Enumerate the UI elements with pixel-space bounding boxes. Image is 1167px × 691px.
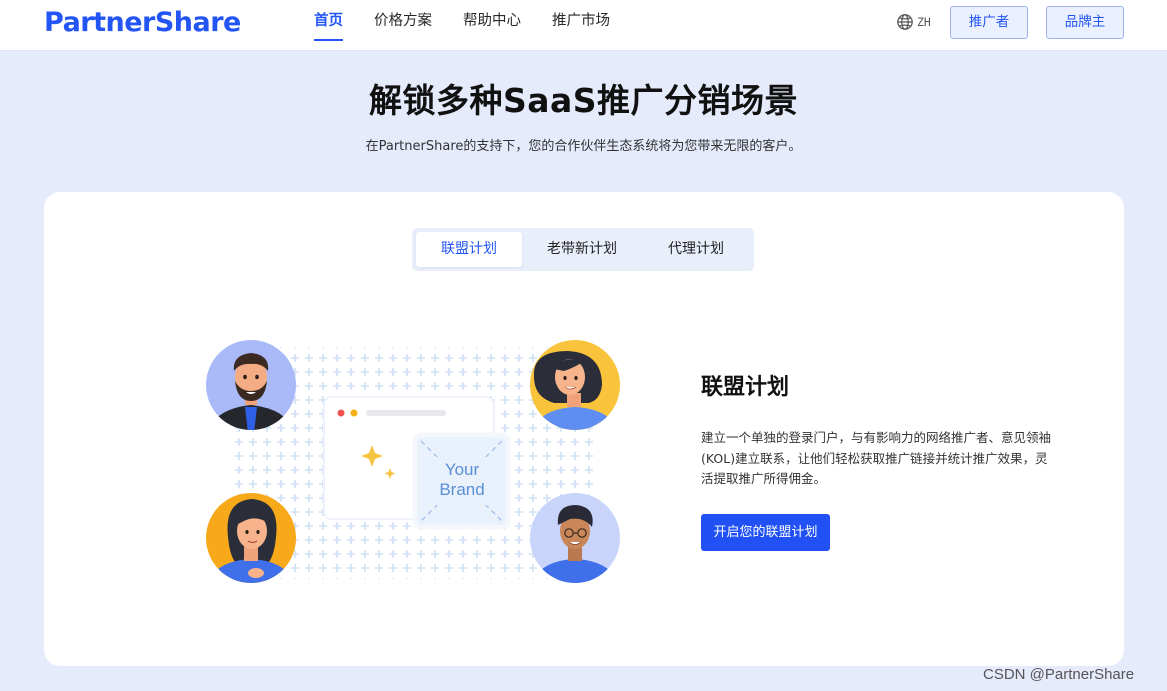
scenario-tabs: 联盟计划 老带新计划 代理计划 [412, 228, 754, 271]
nav-item-home[interactable]: 首页 [314, 0, 343, 50]
tab-agent-program[interactable]: 代理计划 [642, 232, 750, 267]
hero-title: 解锁多种SaaS推广分销场景 [368, 81, 799, 120]
scenario-card: 联盟计划 老带新计划 代理计划 Your Brand 联盟计划 建立一个单独的登… [44, 192, 1124, 666]
your-brand-line2: Brand [439, 480, 484, 499]
affiliate-illustration: Your Brand [204, 337, 624, 587]
main-nav: 首页 价格方案 帮助中心 推广市场 [314, 0, 610, 50]
tab-affiliate-program[interactable]: 联盟计划 [416, 232, 522, 267]
hero-subtitle: 在PartnerShare的支持下，您的合作伙伴生态系统将为您带来无限的客户。 [365, 139, 802, 154]
nav-item-pricing[interactable]: 价格方案 [374, 0, 432, 50]
language-code: ZH [917, 15, 931, 29]
top-navigation-bar: PartnerShare 首页 价格方案 帮助中心 推广市场 ZH 推广者 品牌… [0, 0, 1167, 50]
panel-description: 建立一个单独的登录门户，与有影响力的网络推广者、意见领袖(KOL)建立联系，让他… [701, 430, 1052, 486]
start-affiliate-program-button[interactable]: 开启您的联盟计划 [701, 514, 830, 551]
partnershare-logo[interactable]: PartnerShare [44, 5, 241, 41]
panel-title: 联盟计划 [701, 375, 790, 400]
nav-item-help-center[interactable]: 帮助中心 [463, 0, 521, 50]
nav-item-promotion-market[interactable]: 推广市场 [552, 0, 610, 50]
your-brand-card: Your Brand [412, 432, 511, 530]
globe-icon [897, 14, 913, 30]
promoter-button[interactable]: 推广者 [950, 6, 1028, 39]
your-brand-line1: Your [445, 460, 480, 479]
brand-owner-button[interactable]: 品牌主 [1046, 6, 1124, 39]
tab-referral-program[interactable]: 老带新计划 [522, 232, 642, 267]
language-switcher[interactable]: ZH [896, 12, 931, 32]
csdn-watermark: CSDN @PartnerShare [983, 666, 1135, 683]
